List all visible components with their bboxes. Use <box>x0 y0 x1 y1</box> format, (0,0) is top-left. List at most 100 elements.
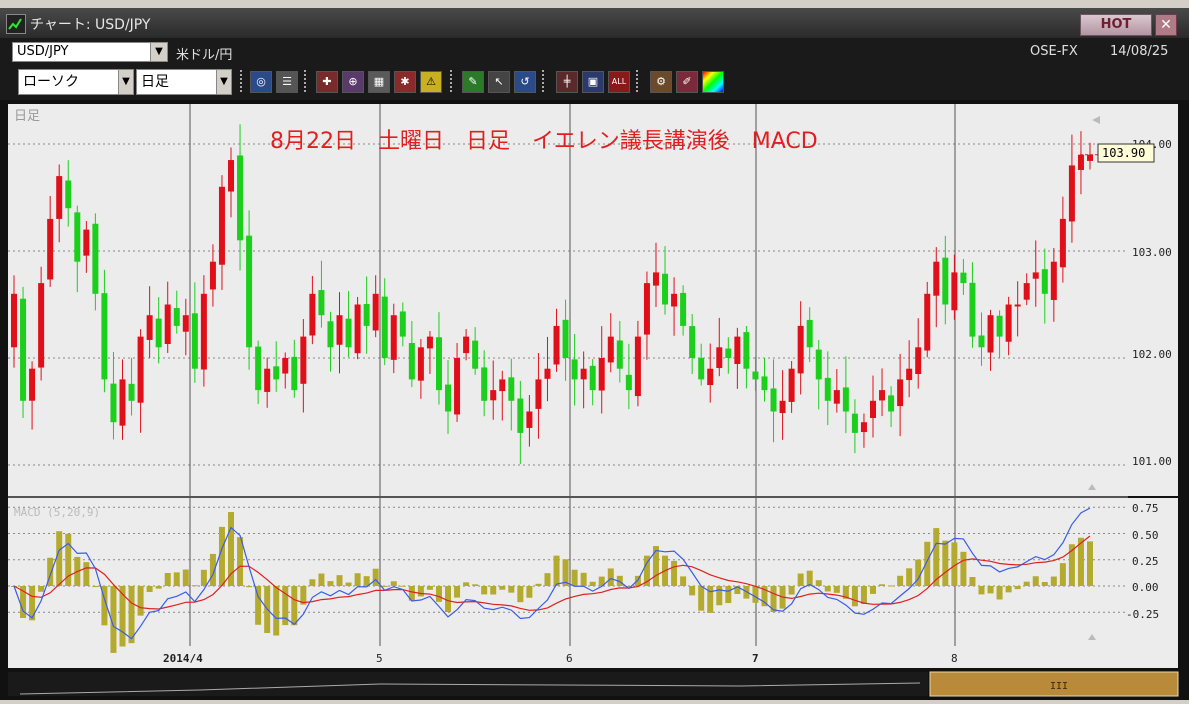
candle-body <box>698 357 705 380</box>
cross-icon[interactable]: ✚ <box>316 71 338 93</box>
candle-body <box>634 336 641 397</box>
current-price-label: 103.90 <box>1102 146 1145 160</box>
macd-histogram-bar <box>806 570 813 586</box>
chevron-down-icon[interactable]: ▼ <box>150 42 168 62</box>
chart-svg[interactable]: III 日足 8月22日 土曜日 日足 イエレン議長講演後 MACD MACD … <box>0 100 1189 700</box>
candle-body <box>725 348 732 358</box>
macd-label: MACD (5,20,9) <box>14 506 100 519</box>
candle-body <box>1077 154 1084 170</box>
macd-histogram-bar <box>544 573 551 586</box>
candle-body <box>101 293 108 380</box>
candle-body <box>417 347 424 381</box>
candle-body <box>1023 283 1030 300</box>
macd-histogram-bar <box>698 586 705 611</box>
candle-body <box>517 398 524 433</box>
warning-icon[interactable]: ⚠ <box>420 71 442 93</box>
macd-histogram-bar <box>960 551 967 586</box>
candle-body <box>164 304 171 344</box>
macd-histogram-bar <box>869 586 876 594</box>
grid-icon[interactable]: ☰ <box>276 71 298 93</box>
macd-histogram-bar <box>155 586 162 589</box>
toolbar-separator <box>304 70 306 94</box>
candle-body <box>770 388 777 412</box>
candle-body <box>146 315 153 340</box>
candle-body <box>888 395 895 412</box>
symbol-select[interactable]: USD/JPY <box>12 42 154 62</box>
macd-histogram-bar <box>426 586 433 590</box>
macd-histogram-bar <box>680 576 687 586</box>
table-icon[interactable]: ▦ <box>368 71 390 93</box>
period-chevron-icon[interactable]: ▼ <box>216 69 232 95</box>
candle-body <box>689 326 696 358</box>
macd-histogram-bar <box>553 555 560 586</box>
hot-button[interactable]: HOT <box>1080 14 1152 36</box>
macd-histogram-bar <box>1005 586 1012 593</box>
undo-icon[interactable]: ↺ <box>514 71 536 93</box>
macd-histogram-bar <box>589 581 596 586</box>
chart-app-icon <box>6 14 26 34</box>
period-select[interactable]: 日足 <box>136 69 218 95</box>
macd-histogram-bar <box>942 540 949 586</box>
scroll-grip-icon[interactable]: III <box>1050 681 1068 692</box>
ruler-icon[interactable]: ⊕ <box>342 71 364 93</box>
macd-histogram-bar <box>1032 576 1039 586</box>
candle-body <box>237 155 244 241</box>
all-icon[interactable]: ALL <box>608 71 630 93</box>
candle-body <box>1059 218 1066 268</box>
candle-body <box>526 411 533 428</box>
alert-icon[interactable]: ✱ <box>394 71 416 93</box>
macd-tick: -0.25 <box>1126 608 1159 621</box>
title-bar: チャート: USD/JPY HOT ✕ <box>0 8 1189 38</box>
settings-icon[interactable]: ⚙ <box>650 71 672 93</box>
candle-body <box>246 235 253 348</box>
candle-body <box>65 180 72 209</box>
close-button[interactable]: ✕ <box>1155 14 1177 36</box>
candle-body <box>327 321 334 348</box>
candle-body <box>535 379 542 409</box>
candle-body <box>38 283 45 368</box>
macd-histogram-bar <box>228 512 235 586</box>
candle-body <box>499 379 506 392</box>
macd-histogram-bar <box>119 586 126 647</box>
macd-histogram-bar <box>83 562 90 586</box>
macd-histogram-bar <box>381 585 388 587</box>
macd-histogram-bar <box>1041 581 1048 586</box>
candle-body <box>318 290 325 316</box>
candle-body <box>761 376 768 391</box>
macd-axis <box>1128 498 1178 646</box>
macd-histogram-bar <box>824 586 831 592</box>
candle-body <box>472 340 479 369</box>
pen-icon[interactable]: ✎ <box>462 71 484 93</box>
macd-histogram-bar <box>897 575 904 586</box>
candle-body <box>291 356 298 391</box>
zoom-icon[interactable]: ◎ <box>250 71 272 93</box>
chart-type-chevron-icon[interactable]: ▼ <box>118 69 134 95</box>
candle-body <box>137 336 144 403</box>
candle-body <box>508 377 515 401</box>
candle-body <box>571 359 578 380</box>
candle-body <box>29 368 36 401</box>
chart-type-select[interactable]: ローソク <box>18 69 120 95</box>
pointer-icon[interactable]: ↖ <box>488 71 510 93</box>
macd-histogram-bar <box>390 581 397 586</box>
symbol-description: 米ドル/円 <box>176 48 233 63</box>
candle-body <box>490 390 497 401</box>
candle-body <box>625 374 632 391</box>
macd-histogram-bar <box>354 573 361 586</box>
paint-icon[interactable]: ✐ <box>676 71 698 93</box>
macd-histogram-bar <box>1050 576 1057 586</box>
candle-icon[interactable]: ╪ <box>556 71 578 93</box>
macd-histogram-bar <box>246 586 253 588</box>
palette-icon[interactable] <box>702 71 724 93</box>
candle-body <box>1032 272 1039 279</box>
macd-histogram-bar <box>200 569 207 586</box>
macd-histogram-bar <box>987 586 994 594</box>
macd-histogram-bar <box>38 586 45 592</box>
candle-body <box>282 358 289 374</box>
macd-histogram-bar <box>526 586 533 598</box>
macd-histogram-bar <box>833 586 840 593</box>
x-label: 7 <box>752 652 759 665</box>
macd-histogram-bar <box>435 586 442 602</box>
box-icon[interactable]: ▣ <box>582 71 604 93</box>
symbol-bar: USD/JPY ▼ 米ドル/円 OSE-FX 14/08/25 <box>0 38 1189 64</box>
